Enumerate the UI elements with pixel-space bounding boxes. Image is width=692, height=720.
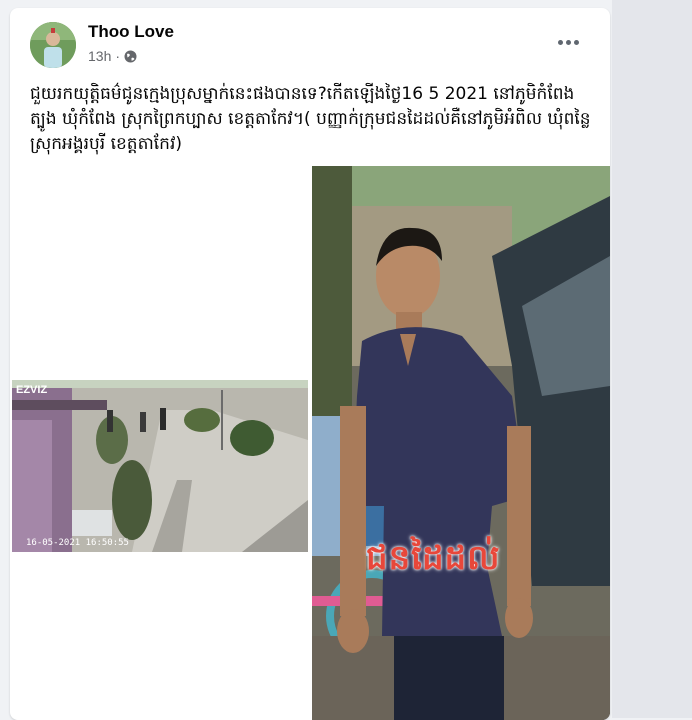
author-name[interactable]: Thoo Love: [88, 22, 174, 42]
page-side-area: [612, 0, 692, 718]
more-horizontal-icon: [557, 39, 563, 45]
cctv-timestamp: 16-05-2021 16:50:55: [26, 538, 129, 548]
globe-icon[interactable]: [124, 50, 137, 63]
more-options-button[interactable]: [550, 30, 586, 54]
photo-caption: ជនដៃដល់: [366, 538, 501, 578]
avatar[interactable]: [30, 22, 76, 68]
cctv-brand-label: EZVIZ: [16, 384, 48, 396]
cctv-image[interactable]: EZVIZ 16-05-2021 16:50:55: [12, 380, 308, 552]
suspect-photo[interactable]: ជនដៃដល់: [312, 166, 610, 720]
post-timestamp[interactable]: 13h: [88, 48, 111, 64]
post-meta: 13h ·: [88, 48, 137, 64]
post-card: Thoo Love 13h · ជួយរកយុត្តិធម៌ជូនក្មេងប្…: [10, 8, 610, 720]
post-text: ជួយរកយុត្តិធម៌ជូនក្មេងប្រុសម្នាក់នេះផងបា…: [30, 84, 591, 154]
